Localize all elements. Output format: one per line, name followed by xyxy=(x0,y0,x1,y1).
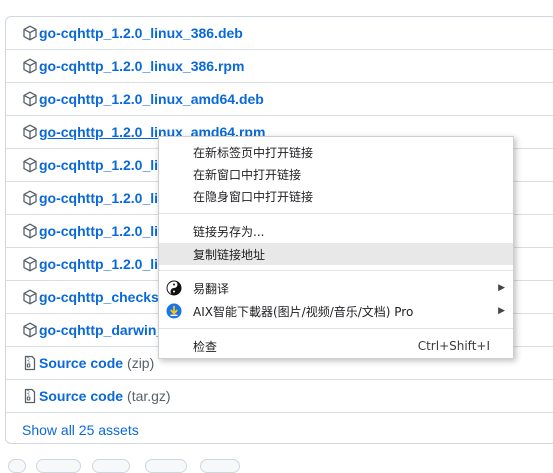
package-icon xyxy=(23,58,37,74)
reaction-button[interactable] xyxy=(36,459,81,473)
package-icon xyxy=(23,256,37,272)
menu-item-yi-translate[interactable]: 易翻译 ▶ xyxy=(159,277,513,299)
package-icon xyxy=(23,322,37,338)
menu-item-aix-downloader[interactable]: AIX智能下載器(图片/视频/音乐/文档) Pro ▶ xyxy=(159,300,513,322)
file-zip-icon xyxy=(24,355,36,371)
menu-item-label: AIX智能下載器(图片/视频/音乐/文档) Pro xyxy=(193,304,414,319)
package-icon xyxy=(23,289,37,305)
menu-item-copy-link-address[interactable]: 复制链接地址 xyxy=(159,243,513,265)
package-icon xyxy=(23,190,37,206)
menu-item-save-link-as[interactable]: 链接另存为... xyxy=(159,220,513,242)
package-icon xyxy=(23,124,37,140)
menu-separator xyxy=(159,328,513,329)
menu-item-label: 检查 xyxy=(193,339,218,354)
menu-item-label: 在隐身窗口中打开链接 xyxy=(193,189,314,204)
menu-item-label: 复制链接地址 xyxy=(193,247,266,262)
reaction-button[interactable] xyxy=(145,459,187,473)
yin-yang-icon xyxy=(166,280,182,296)
show-all-assets-link[interactable]: Show all 25 assets xyxy=(22,422,139,438)
download-extension-icon xyxy=(166,303,182,319)
asset-link[interactable]: go-cqhttp_1.2.0_linux_amd64.deb xyxy=(22,91,264,107)
asset-link[interactable]: go-cqhttp_1.2.0_linux_386.deb xyxy=(22,25,243,41)
reaction-button[interactable] xyxy=(92,459,130,473)
menu-item-open-new-window[interactable]: 在新窗口中打开链接 xyxy=(159,163,513,185)
asset-row: go-cqhttp_1.2.0_linux_386.deb xyxy=(6,17,553,50)
submenu-arrow-icon: ▶ xyxy=(498,283,505,293)
asset-name: go-cqhttp_1.2.0_linux_386.deb xyxy=(39,25,243,41)
context-menu: 在新标签页中打开链接 在新窗口中打开链接 在隐身窗口中打开链接 链接另存为...… xyxy=(158,136,514,359)
source-code-row: Source code (tar.gz) xyxy=(6,380,553,413)
source-code-label: Source code xyxy=(39,355,124,371)
menu-separator xyxy=(159,270,513,271)
source-code-format: (zip) xyxy=(127,355,155,371)
source-code-format: (tar.gz) xyxy=(127,388,171,404)
package-icon xyxy=(23,91,37,107)
asset-link[interactable]: go-cqhttp_1.2.0_linux_386.rpm xyxy=(22,58,244,74)
asset-name: go-cqhttp_1.2.0_linux_386.rpm xyxy=(39,58,245,74)
menu-item-label: 链接另存为... xyxy=(193,224,265,239)
asset-row: go-cqhttp_1.2.0_linux_amd64.deb xyxy=(6,83,553,116)
menu-item-label: 易翻译 xyxy=(193,281,230,296)
asset-name: go-cqhttp_1.2.0_linux_amd64.deb xyxy=(39,91,264,107)
menu-item-shortcut: Ctrl+Shift+I xyxy=(417,339,490,353)
source-code-link[interactable]: Source code (tar.gz) xyxy=(22,388,171,404)
menu-item-open-incognito[interactable]: 在隐身窗口中打开链接 xyxy=(159,185,513,207)
reaction-button[interactable] xyxy=(200,459,240,473)
file-zip-icon xyxy=(24,388,36,404)
menu-item-inspect[interactable]: 检查 Ctrl+Shift+I xyxy=(159,335,513,357)
source-code-link[interactable]: Source code (zip) xyxy=(22,355,154,371)
package-icon xyxy=(23,25,37,41)
package-icon xyxy=(23,223,37,239)
menu-item-label: 在新窗口中打开链接 xyxy=(193,167,302,182)
asset-row: go-cqhttp_1.2.0_linux_386.rpm xyxy=(6,50,553,83)
source-code-label: Source code xyxy=(39,388,124,404)
reaction-button[interactable] xyxy=(8,459,26,473)
menu-item-open-new-tab[interactable]: 在新标签页中打开链接 xyxy=(159,141,513,163)
menu-separator xyxy=(159,213,513,214)
submenu-arrow-icon: ▶ xyxy=(498,306,505,316)
package-icon xyxy=(23,157,37,173)
menu-item-label: 在新标签页中打开链接 xyxy=(193,145,314,160)
